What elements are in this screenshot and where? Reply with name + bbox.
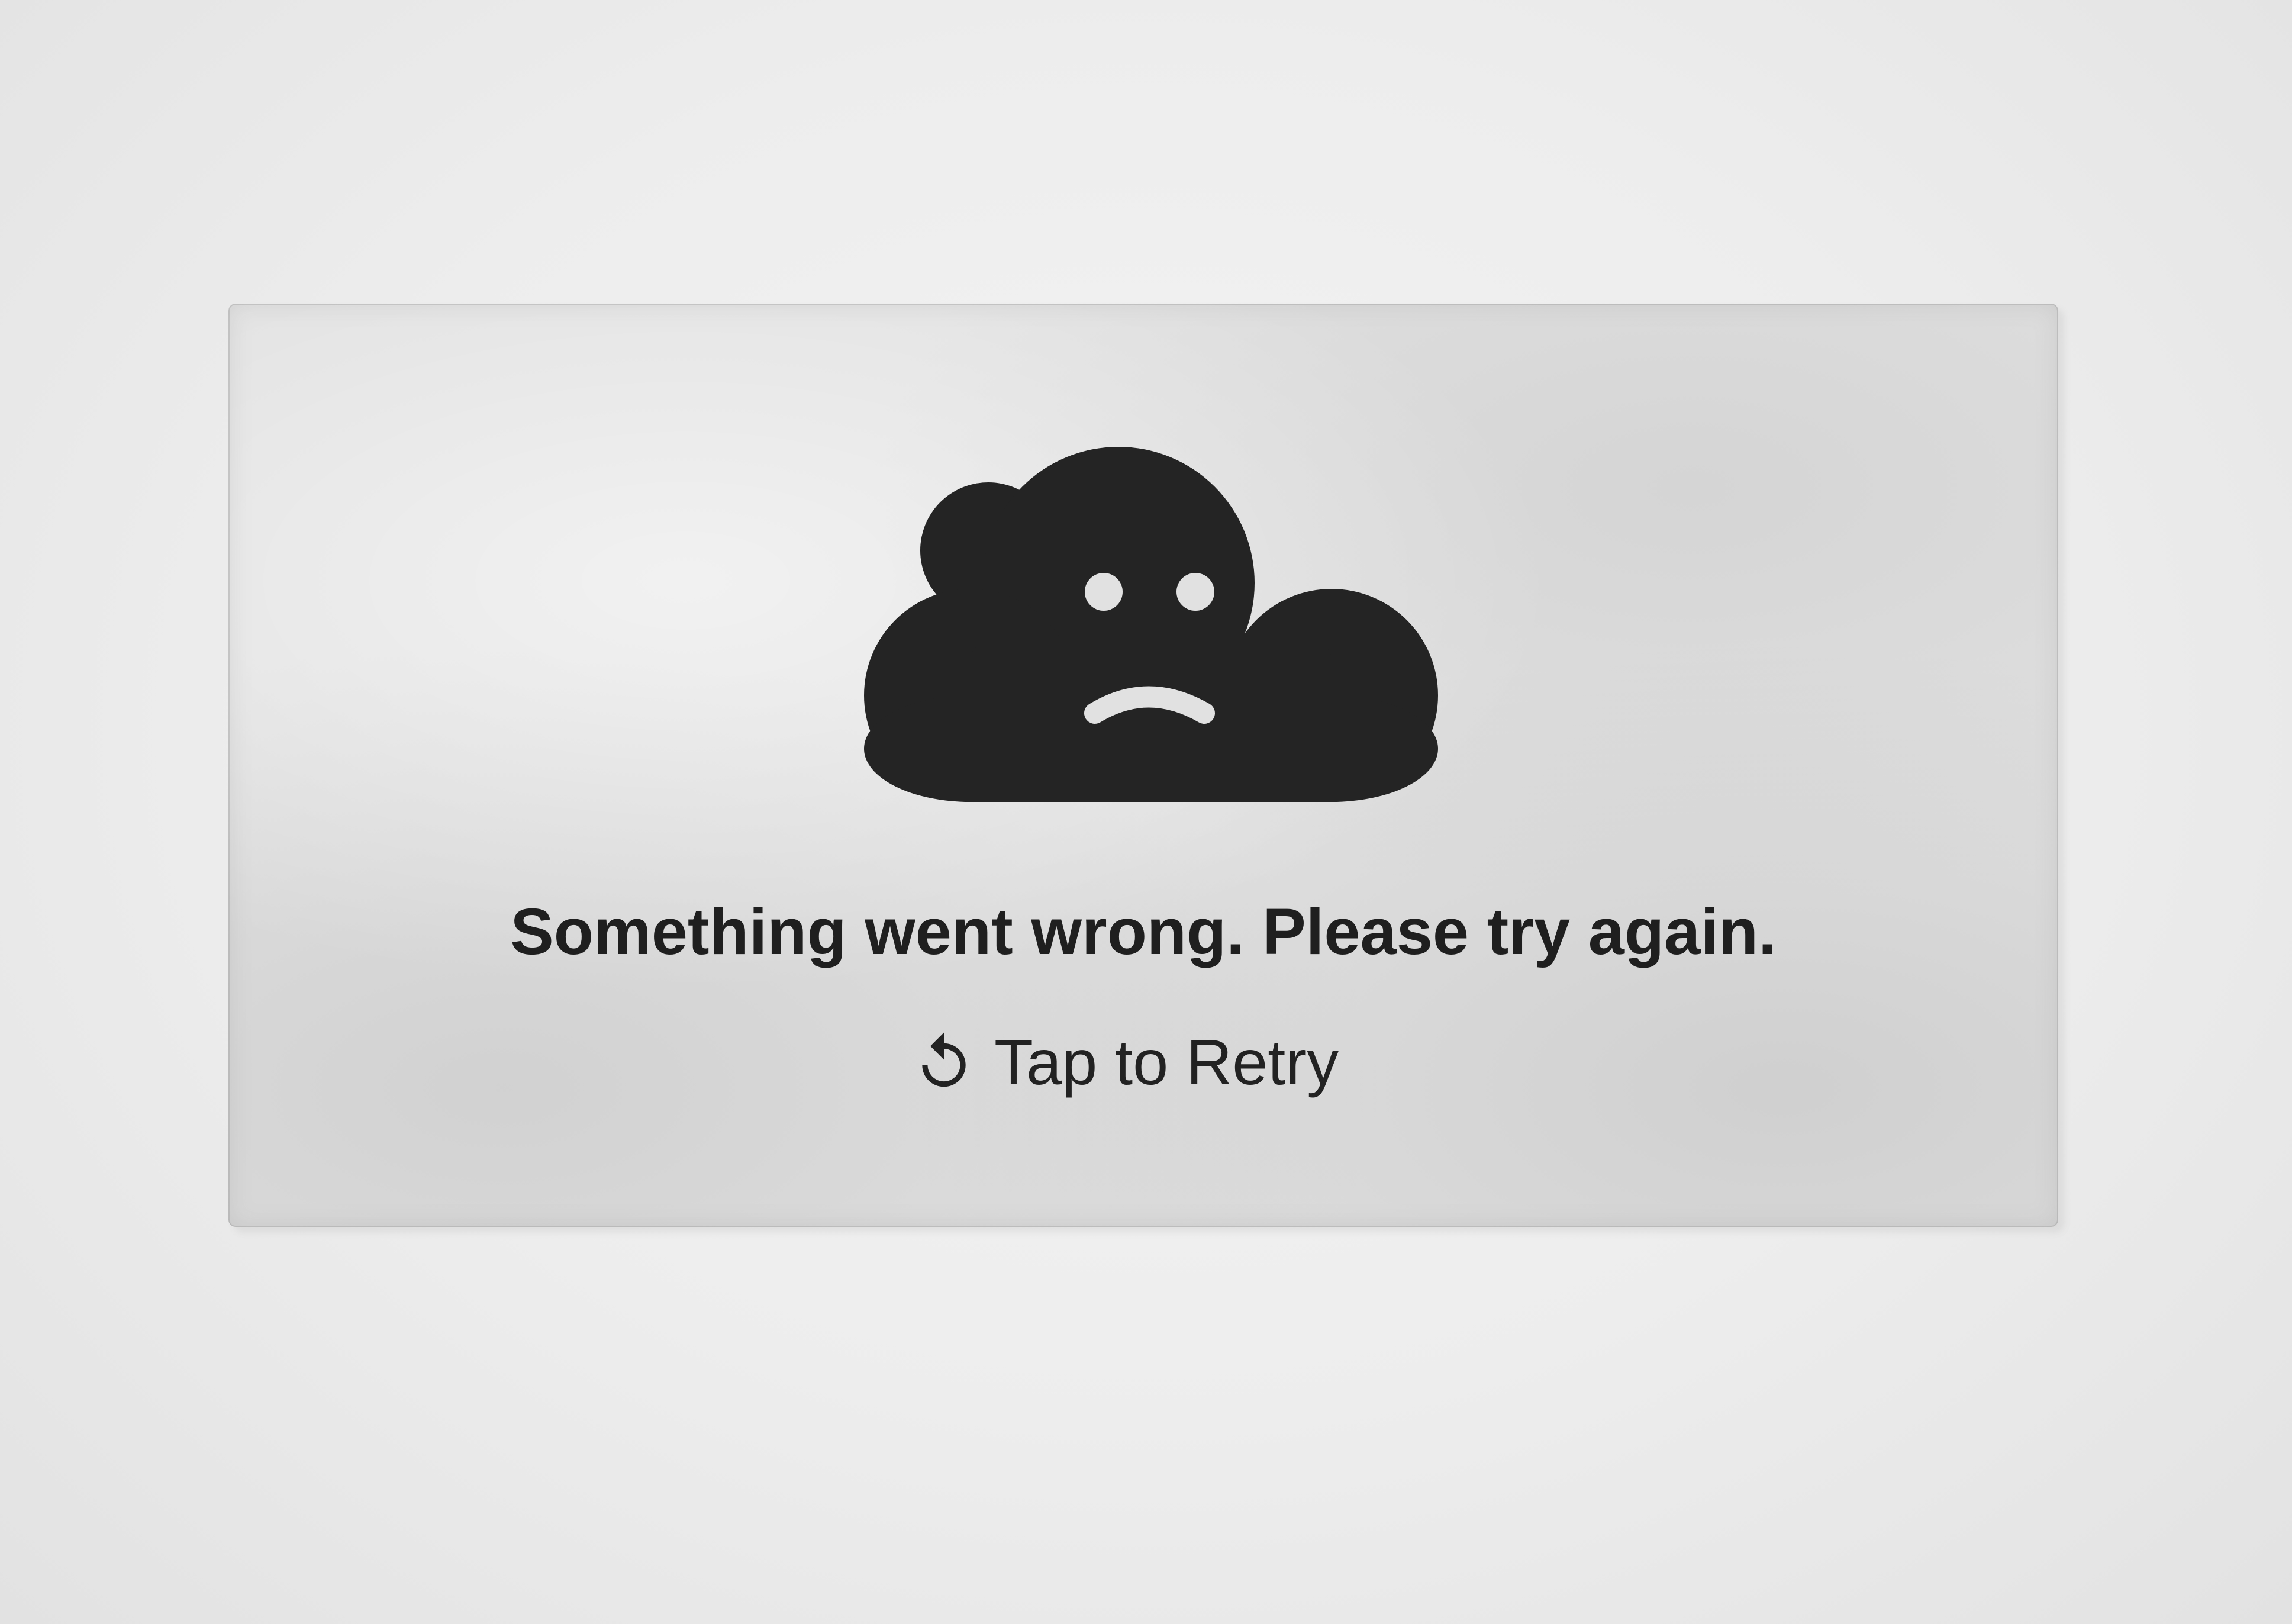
retry-button[interactable]: Tap to Retry [911, 1021, 1339, 1104]
retry-label: Tap to Retry [994, 1026, 1339, 1098]
error-message: Something went wrong. Please try again. [510, 895, 1777, 968]
refresh-icon [922, 1032, 966, 1087]
sad-cloud-icon [864, 447, 1438, 802]
